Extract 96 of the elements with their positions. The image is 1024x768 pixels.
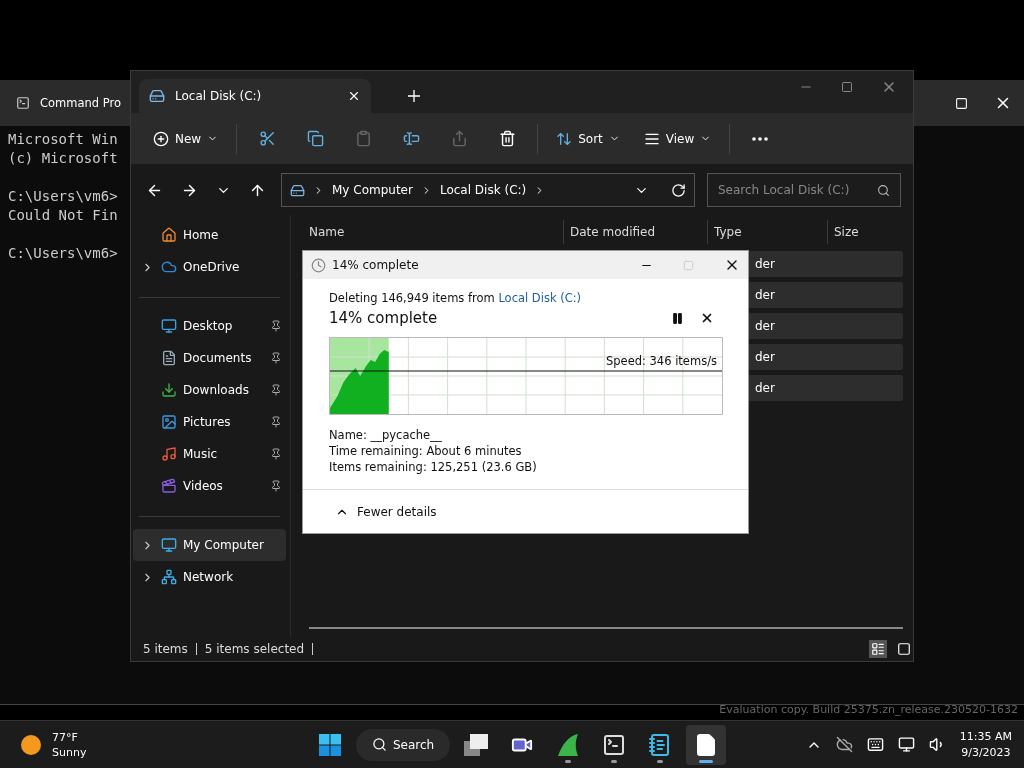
console-line: C:\Users\vm6> [8, 244, 118, 263]
sidebar-item[interactable]: Music [133, 438, 286, 470]
pin-icon [270, 352, 282, 364]
scissors-icon [258, 130, 276, 147]
image-icon [161, 414, 177, 430]
window-title: Command Pro [40, 96, 121, 110]
temperature: 77°F [52, 729, 79, 745]
house-icon [161, 227, 177, 243]
status-text: 5 items [143, 642, 188, 656]
sidebar-item[interactable]: Downloads [133, 374, 286, 406]
terminal-icon [602, 732, 627, 757]
pin-icon [270, 448, 282, 460]
search-field[interactable]: Search Local Disk (C:) [707, 173, 901, 207]
music-note-icon [161, 446, 177, 462]
square-icon [897, 642, 911, 656]
close-icon[interactable] [347, 89, 361, 103]
window-tab[interactable]: Local Disk (C:) [139, 79, 371, 113]
pin-icon [270, 416, 282, 428]
column-header[interactable]: Size [827, 220, 903, 244]
refresh-icon[interactable] [671, 182, 686, 198]
column-header[interactable]: Type [707, 220, 827, 244]
task-view-icon [464, 733, 489, 756]
progress-heading: 14% complete [329, 309, 439, 327]
sidebar-item[interactable]: Network [133, 561, 286, 593]
location-link[interactable]: Local Disk (C:) [498, 291, 582, 305]
tiles-view-button[interactable] [895, 640, 913, 658]
search-icon [372, 737, 387, 752]
sort-icon [556, 130, 573, 147]
address-bar[interactable]: My Computer Local Disk (C:) [281, 173, 695, 207]
maximize-icon [683, 259, 694, 271]
video-icon [161, 478, 177, 494]
console-line: Could Not Fin [8, 206, 118, 225]
windows-logo-icon [319, 733, 341, 756]
close-icon [700, 311, 714, 325]
console-line: Microsoft Win [8, 130, 118, 149]
clock-icon [311, 257, 326, 273]
speed-label: Speed: 346 items/s [605, 354, 717, 368]
sidebar-item[interactable]: OneDrive [133, 251, 286, 283]
column-header[interactable]: Date modified [563, 220, 707, 244]
watermark-text: Evaluation copy. Build 25375.zn_release.230520-1632 [719, 703, 1018, 716]
ellipsis-icon [752, 136, 769, 141]
detail-line: Name: __pycache__ [329, 427, 443, 443]
new-button[interactable]: New [143, 121, 229, 156]
monitor-icon [161, 537, 177, 553]
copy-icon [306, 130, 324, 147]
search-button[interactable]: Search [356, 728, 451, 761]
detail-line: Time remaining: About 6 minutes [329, 443, 523, 459]
status-text: 5 items selected [204, 642, 305, 656]
pause-icon [671, 311, 684, 325]
console-line: (c) Microsoft [8, 149, 118, 168]
clock[interactable]: 11:35 AM 9/3/2023 [959, 728, 1012, 761]
sort-button[interactable]: Sort [546, 121, 630, 156]
plus-icon [153, 130, 169, 147]
sidebar-item[interactable]: Pictures [133, 406, 286, 438]
fin-icon [556, 732, 581, 757]
breadcrumb-item[interactable]: My Computer [332, 183, 413, 197]
detail-line: Items remaining: 125,251 (23.6 GB) [329, 459, 538, 475]
share-icon [450, 130, 468, 147]
taskbar-button[interactable] [686, 724, 727, 765]
document-icon [161, 350, 177, 366]
trash-icon [498, 130, 516, 147]
sidebar-item[interactable]: My Computer [133, 529, 286, 561]
drive-icon [149, 88, 165, 104]
monitor-icon [161, 318, 177, 334]
fewer-details-button[interactable]: Fewer details [329, 503, 443, 520]
search-icon [877, 183, 890, 197]
pin-icon [270, 320, 282, 332]
clipboard-icon [354, 130, 372, 147]
details-view-button[interactable] [869, 640, 887, 658]
sidebar-item[interactable]: Documents [133, 342, 286, 374]
cloud-icon [161, 259, 177, 275]
view-button[interactable]: View [633, 121, 722, 156]
download-icon [161, 382, 177, 398]
pin-icon [270, 384, 282, 396]
window-title: 14% complete [332, 258, 419, 272]
status-message: Deleting 146,949 items from Local Disk (C:) [329, 291, 583, 305]
list-icon [871, 642, 885, 656]
scrollbar[interactable] [309, 627, 903, 629]
column-header[interactable]: Name [303, 220, 563, 244]
network-icon[interactable] [897, 736, 915, 753]
new-tab-icon[interactable] [407, 89, 421, 103]
speed-area [330, 350, 389, 414]
breadcrumb-item[interactable]: Local Disk (C:) [439, 183, 527, 197]
cloud-off-icon[interactable] [835, 736, 853, 753]
keyboard-icon[interactable] [866, 736, 884, 753]
sun-icon [20, 733, 42, 756]
rename-icon [402, 130, 420, 147]
terminal-icon [16, 96, 30, 110]
pin-icon [270, 480, 282, 492]
sidebar-item[interactable]: Desktop [133, 310, 286, 342]
weather-condition: Sunny [52, 744, 87, 760]
network-icon [161, 569, 177, 585]
sidebar-item[interactable]: Home [133, 219, 286, 251]
drive-icon [290, 182, 305, 198]
sidebar-item[interactable]: Videos [133, 470, 286, 502]
console-line: C:\Users\vm6> [8, 187, 118, 206]
